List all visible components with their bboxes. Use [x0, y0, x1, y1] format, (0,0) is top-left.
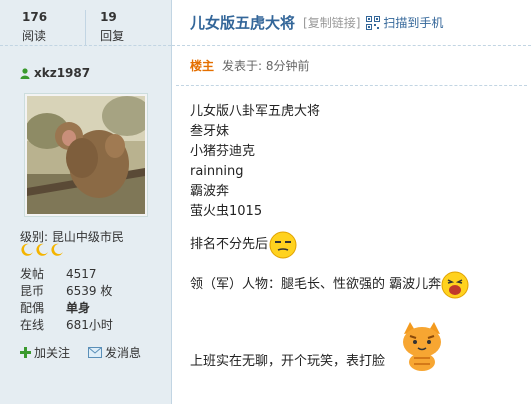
views-count: 176: [22, 10, 48, 24]
content-line: 小猪芬迪克: [190, 144, 256, 159]
user-actions: 加关注 发消息: [20, 344, 141, 361]
post-main: 儿女版五虎大将 [复制链接] 扫描到手机 楼主 发表于: 8分钟前 儿女版八卦军…: [172, 0, 531, 404]
online-user-icon: [20, 67, 30, 79]
content-line: 儿女版八卦军五虎大将: [190, 104, 321, 119]
op-badge: 楼主: [190, 59, 215, 73]
replies-label: 回复: [100, 29, 125, 43]
ranking-line: 排名不分先后: [190, 231, 531, 259]
post-content: 儿女版八卦军五虎大将 叁牙妹 小猪芬迪克 rainning 霸波奔 萤火虫101…: [172, 86, 531, 372]
post-meta: 楼主 发表于: 8分钟前: [176, 46, 527, 86]
info-key: 发帖: [20, 267, 45, 281]
leader-line: 领（军）人物：腿毛长、性欲强的 霸波儿奔: [190, 270, 531, 300]
leader-text: 领（军）人物：腿毛长、性欲强的 霸波儿奔: [190, 277, 442, 292]
content-line: 霸波奔: [190, 184, 230, 199]
content-line: 萤火虫1015: [190, 204, 263, 219]
content-line: rainning: [190, 164, 244, 179]
views-label: 阅读: [22, 29, 47, 43]
closing-line: 上班实在无聊，开个玩笑，表打脸: [190, 354, 386, 369]
message-label: 发消息: [105, 346, 142, 360]
scan-to-phone-label: 扫描到手机: [383, 16, 444, 30]
level-stars: [20, 243, 64, 257]
info-key: 在线: [20, 318, 45, 332]
follow-label: 加关注: [34, 346, 71, 360]
post-time: 发表于: 8分钟前: [222, 59, 310, 73]
info-row: 发帖 4517: [20, 266, 113, 283]
views-stat: 176 阅读: [0, 10, 47, 45]
info-value: 681小时: [66, 318, 113, 332]
thread-stats: 176 阅读 19 回复: [0, 0, 171, 46]
envelope-icon: [88, 347, 103, 358]
info-row: 在线 681小时: [20, 317, 113, 334]
info-value: 6539 枚: [66, 284, 113, 298]
author-sidebar: 176 阅读 19 回复 xkz1987 级别: 昆山中级市民 发帖 4517 …: [0, 0, 172, 404]
info-row: 昆币 6539 枚: [20, 283, 113, 300]
info-row: 配偶 单身: [20, 300, 113, 317]
avatar[interactable]: [24, 93, 148, 217]
moon-icon: [51, 243, 63, 256]
copy-link-button[interactable]: [复制链接]: [303, 14, 360, 31]
moon-icon: [36, 243, 48, 256]
username[interactable]: xkz1987: [34, 66, 90, 80]
ranking-text: 排名不分先后: [190, 237, 269, 252]
content-line: 叁牙妹: [190, 124, 230, 139]
laughing-emoji-icon: [441, 271, 469, 299]
post-title[interactable]: 儿女版五虎大将: [190, 12, 295, 33]
replies-stat: 19 回复: [85, 10, 124, 45]
replies-count: 19: [100, 10, 117, 24]
username-row[interactable]: xkz1987: [20, 66, 171, 80]
smirk-emoji-icon: [269, 231, 297, 259]
post-titlebar: 儿女版五虎大将 [复制链接] 扫描到手机: [172, 0, 531, 46]
info-value[interactable]: 4517: [66, 266, 97, 283]
plus-icon: [20, 347, 31, 358]
info-key: 配偶: [20, 301, 45, 315]
level-label: 级别:: [20, 230, 49, 244]
user-info: 发帖 4517 昆币 6539 枚 配偶 单身 在线 681小时: [20, 266, 113, 334]
info-value: 单身: [66, 301, 91, 315]
level-link[interactable]: 昆山中级市民: [52, 230, 124, 244]
cat-emoji-icon: [403, 322, 441, 371]
scan-to-phone-button[interactable]: 扫描到手机: [366, 14, 443, 31]
moon-icon: [21, 243, 33, 256]
follow-button[interactable]: 加关注: [20, 344, 70, 361]
monkey-avatar-image: [27, 96, 145, 214]
qr-code-icon: [366, 15, 381, 30]
message-button[interactable]: 发消息: [88, 344, 141, 361]
info-key: 昆币: [20, 284, 45, 298]
